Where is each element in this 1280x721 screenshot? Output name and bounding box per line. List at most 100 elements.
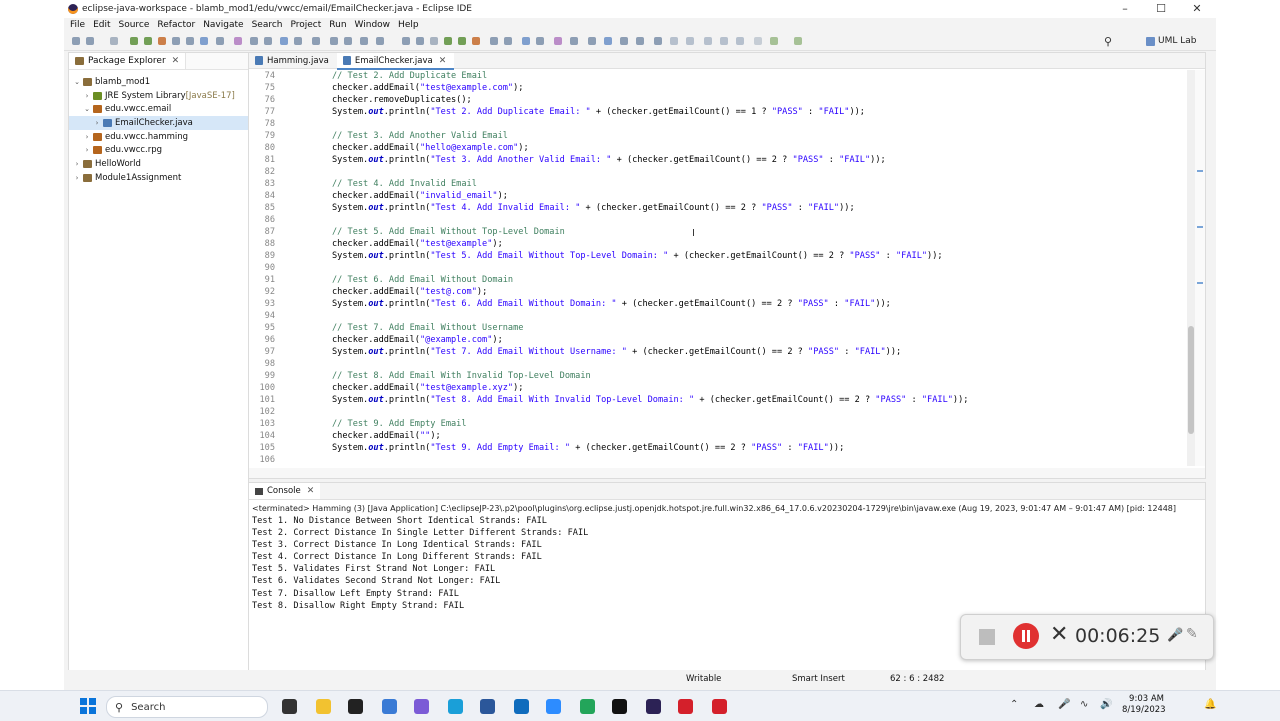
toolbar-tool-icon[interactable] [312, 37, 320, 45]
toolbar-tool-icon[interactable] [402, 37, 410, 45]
toolbar-tool-icon[interactable] [110, 37, 118, 45]
code-line[interactable]: 90 [249, 262, 1205, 274]
code-line[interactable]: 82 [249, 166, 1205, 178]
speaker-icon[interactable]: 🔊 [1100, 699, 1112, 710]
menu-window[interactable]: Window [355, 20, 391, 30]
code-line[interactable]: 81 System.out.println("Test 3. Add Anothe… [249, 154, 1205, 166]
code-line[interactable]: 84 checker.addEmail("invalid_email"); [249, 190, 1205, 202]
toolbar-tool-icon[interactable] [704, 37, 712, 45]
chevron-up-icon[interactable]: ⌃ [1010, 699, 1018, 710]
code-line[interactable]: 98 [249, 358, 1205, 370]
toolbar-tool-icon[interactable] [620, 37, 628, 45]
code-line[interactable]: 87 // Test 5. Add Email Without Top-Level… [249, 226, 1205, 238]
chevron-right-icon[interactable]: › [73, 160, 81, 168]
close-window-button[interactable]: ✕ [1180, 0, 1214, 18]
chevron-down-icon[interactable]: ⌄ [73, 78, 81, 86]
code-line[interactable]: 83 // Test 4. Add Invalid Email [249, 178, 1205, 190]
code-line[interactable]: 92 checker.addEmail("test@.com"); [249, 286, 1205, 298]
tab-console[interactable]: Console ✕ [249, 483, 321, 499]
code-line[interactable]: 75 checker.addEmail("test@example.com"); [249, 82, 1205, 94]
ruler-mark[interactable] [1197, 226, 1203, 228]
toolbar-tool-icon[interactable] [186, 37, 194, 45]
code-line[interactable]: 94 [249, 310, 1205, 322]
toolbar-tool-icon[interactable] [280, 37, 288, 45]
code-line[interactable]: 102 [249, 406, 1205, 418]
toolbar-tool-icon[interactable] [522, 37, 530, 45]
ruler-mark[interactable] [1197, 170, 1203, 172]
recorder-icon[interactable] [712, 699, 727, 714]
code-line[interactable]: 105 System.out.println("Test 9. Add Empty… [249, 442, 1205, 454]
toolbar-tool-icon[interactable] [234, 37, 242, 45]
eclipse-icon[interactable] [646, 699, 661, 714]
code-line[interactable]: 99 // Test 8. Add Email With Invalid Top-… [249, 370, 1205, 382]
code-line[interactable]: 95 // Test 7. Add Email Without Username [249, 322, 1205, 334]
snipping-tool-icon[interactable] [414, 699, 429, 714]
tree-item[interactable]: ⌄ blamb_mod1 [69, 75, 248, 89]
taskbar-search[interactable]: ⚲ Search [106, 696, 268, 718]
maximize-button[interactable]: ☐ [1144, 0, 1178, 18]
toolbar-tool-icon[interactable] [472, 37, 480, 45]
acrobat-icon[interactable] [678, 699, 693, 714]
toolbar-tool-icon[interactable] [636, 37, 644, 45]
toolbar-tool-icon[interactable] [86, 37, 94, 45]
code-line[interactable]: 80 checker.addEmail("hello@example.com"); [249, 142, 1205, 154]
code-line[interactable]: 93 System.out.println("Test 6. Add Email … [249, 298, 1205, 310]
menu-help[interactable]: Help [398, 20, 419, 30]
windows-start-icon[interactable] [80, 698, 96, 714]
microphone-icon[interactable]: 🎤 [1058, 699, 1070, 710]
code-line[interactable]: 77 System.out.println("Test 2. Add Duplic… [249, 106, 1205, 118]
code-line[interactable]: 85 System.out.println("Test 4. Add Invali… [249, 202, 1205, 214]
ruler-mark[interactable] [1197, 282, 1203, 284]
toolbar-tool-icon[interactable] [144, 37, 152, 45]
chevron-right-icon[interactable]: › [93, 119, 101, 127]
cloud-icon[interactable]: ☁ [1034, 699, 1044, 710]
toolbar-tool-icon[interactable] [604, 37, 612, 45]
close-icon[interactable]: ✕ [439, 56, 447, 66]
chevron-right-icon[interactable]: › [83, 146, 91, 154]
toolbar-tool-icon[interactable] [294, 37, 302, 45]
tree-item[interactable]: › JRE System Library [JavaSE-17] [69, 89, 248, 103]
menu-run[interactable]: Run [329, 20, 346, 30]
toolbar-tool-icon[interactable] [158, 37, 166, 45]
toolbar-tool-icon[interactable] [72, 37, 80, 45]
toolbar-tool-icon[interactable] [344, 37, 352, 45]
toolbar-tool-icon[interactable] [216, 37, 224, 45]
toolbar-tool-icon[interactable] [416, 37, 424, 45]
toolbar-tool-icon[interactable] [130, 37, 138, 45]
tree-item[interactable]: › HelloWorld [69, 157, 248, 171]
toolbar-tool-icon[interactable] [504, 37, 512, 45]
toolbar-tool-icon[interactable] [570, 37, 578, 45]
toolbar-tool-icon[interactable] [554, 37, 562, 45]
code-line[interactable]: 97 System.out.println("Test 7. Add Email … [249, 346, 1205, 358]
code-line[interactable]: 96 checker.addEmail("@example.com"); [249, 334, 1205, 346]
code-line[interactable]: 86 [249, 214, 1205, 226]
microphone-icon[interactable]: 🎤 [1167, 628, 1183, 643]
code-line[interactable]: 79 // Test 3. Add Another Valid Email [249, 130, 1205, 142]
toolbar-tool-icon[interactable] [670, 37, 678, 45]
file-explorer-icon[interactable] [316, 699, 331, 714]
toolbar-tool-icon[interactable] [536, 37, 544, 45]
toolbar-tool-icon[interactable] [250, 37, 258, 45]
code-area[interactable]: 74 // Test 2. Add Duplicate Email 75 checke… [249, 70, 1205, 466]
chevron-right-icon[interactable]: › [83, 92, 91, 100]
chevron-down-icon[interactable]: ⌄ [83, 105, 91, 113]
toolbar-tool-icon[interactable] [720, 37, 728, 45]
terminal-icon[interactable] [348, 699, 363, 714]
toolbar-tool-icon[interactable] [588, 37, 596, 45]
menu-refactor[interactable]: Refactor [157, 20, 195, 30]
toolbar-tool-icon[interactable] [754, 37, 762, 45]
perspective-uml-lab[interactable]: UML Lab [1146, 35, 1196, 47]
zoom-icon[interactable] [546, 699, 561, 714]
menu-search[interactable]: Search [252, 20, 283, 30]
toolbar-tool-icon[interactable] [200, 37, 208, 45]
tree-item[interactable]: › edu.vwcc.rpg [69, 143, 248, 157]
edge-icon[interactable] [448, 699, 463, 714]
chevron-right-icon[interactable]: › [73, 174, 81, 182]
code-line[interactable]: 103 // Test 9. Add Empty Email [249, 418, 1205, 430]
taskbar-clock[interactable]: 9:03 AM 8/19/2023 [1122, 694, 1166, 716]
notepad-icon[interactable] [382, 699, 397, 714]
toolbar-tool-icon[interactable] [330, 37, 338, 45]
menu-file[interactable]: File [70, 20, 85, 30]
tree-item[interactable]: › edu.vwcc.hamming [69, 130, 248, 144]
toolbar-tool-icon[interactable] [444, 37, 452, 45]
